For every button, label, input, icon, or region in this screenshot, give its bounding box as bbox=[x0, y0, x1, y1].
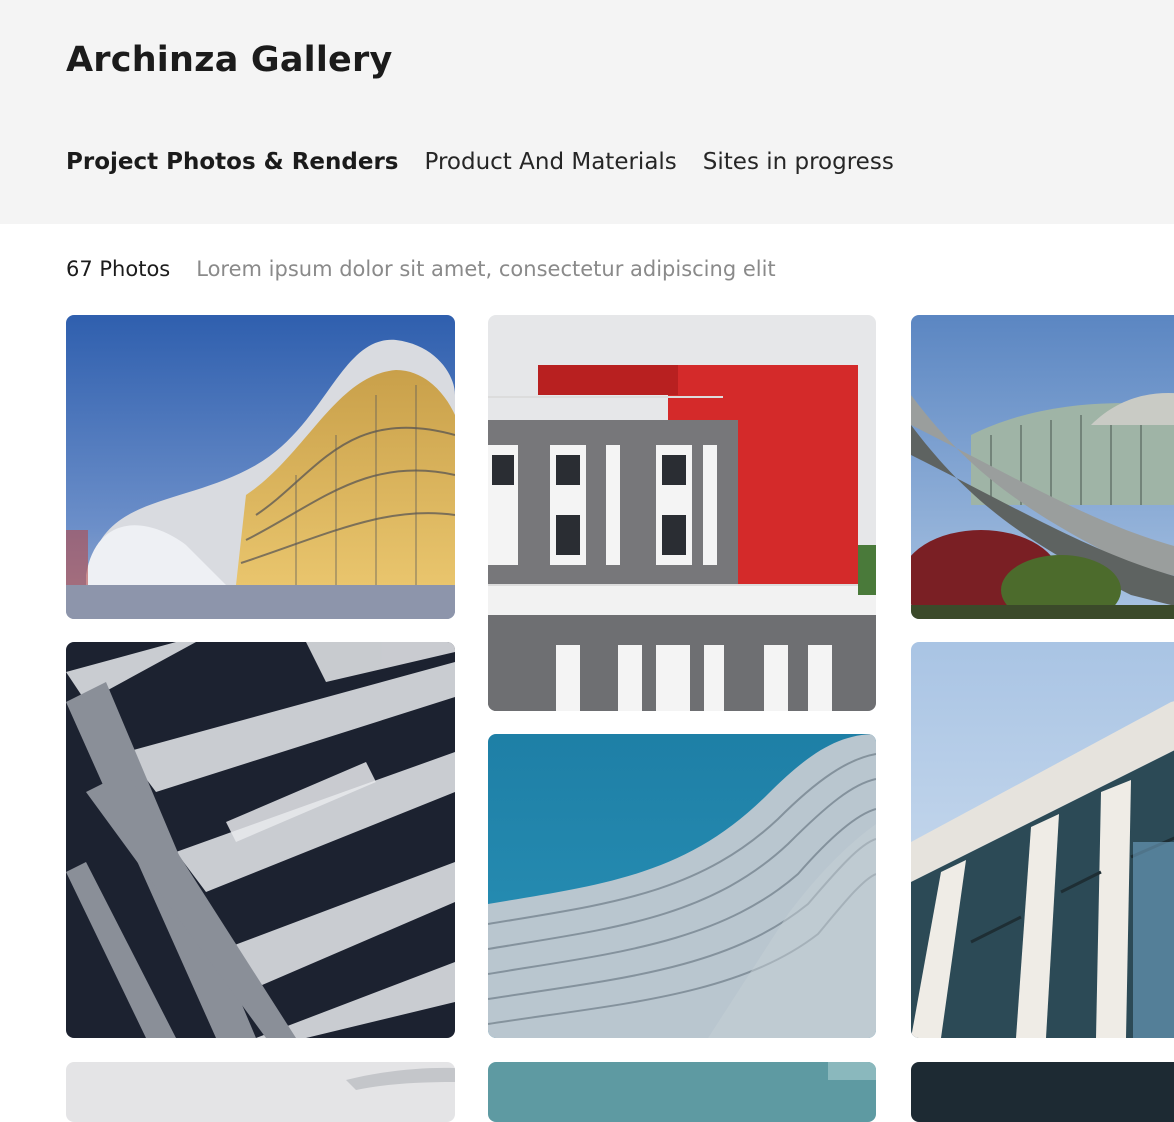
light-building-image bbox=[66, 1062, 455, 1122]
gallery-description: Lorem ipsum dolor sit amet, consectetur … bbox=[196, 257, 776, 281]
curved-building-image bbox=[66, 315, 455, 619]
gallery-photo[interactable] bbox=[488, 1062, 876, 1122]
gallery-photo[interactable] bbox=[66, 642, 455, 1038]
glass-roof-image bbox=[911, 315, 1174, 619]
red-facade-image bbox=[488, 315, 876, 711]
angular-facade-image bbox=[66, 642, 455, 1038]
tab-product-materials[interactable]: Product And Materials bbox=[425, 147, 677, 177]
gallery-photo[interactable] bbox=[488, 315, 876, 711]
gallery-photo[interactable] bbox=[66, 315, 455, 619]
category-tabs: Project Photos & Renders Product And Mat… bbox=[66, 147, 920, 177]
page-header: Archinza Gallery Project Photos & Render… bbox=[0, 0, 1174, 224]
column-building-image bbox=[911, 642, 1174, 1038]
gallery-photo[interactable] bbox=[66, 1062, 455, 1122]
gallery-photo[interactable] bbox=[488, 734, 876, 1038]
tab-project-photos[interactable]: Project Photos & Renders bbox=[66, 147, 399, 177]
gallery-photo[interactable] bbox=[911, 642, 1174, 1038]
teal-structure-image bbox=[488, 1062, 876, 1122]
app-title: Archinza Gallery bbox=[66, 40, 393, 80]
dark-building-image bbox=[911, 1062, 1174, 1122]
photo-count: 67 Photos bbox=[66, 257, 171, 281]
tab-sites-in-progress[interactable]: Sites in progress bbox=[703, 147, 894, 177]
gallery-photo[interactable] bbox=[911, 315, 1174, 619]
woven-facade-image bbox=[488, 734, 876, 1038]
gallery-summary: 67 Photos Lorem ipsum dolor sit amet, co… bbox=[66, 255, 776, 283]
gallery-photo[interactable] bbox=[911, 1062, 1174, 1122]
